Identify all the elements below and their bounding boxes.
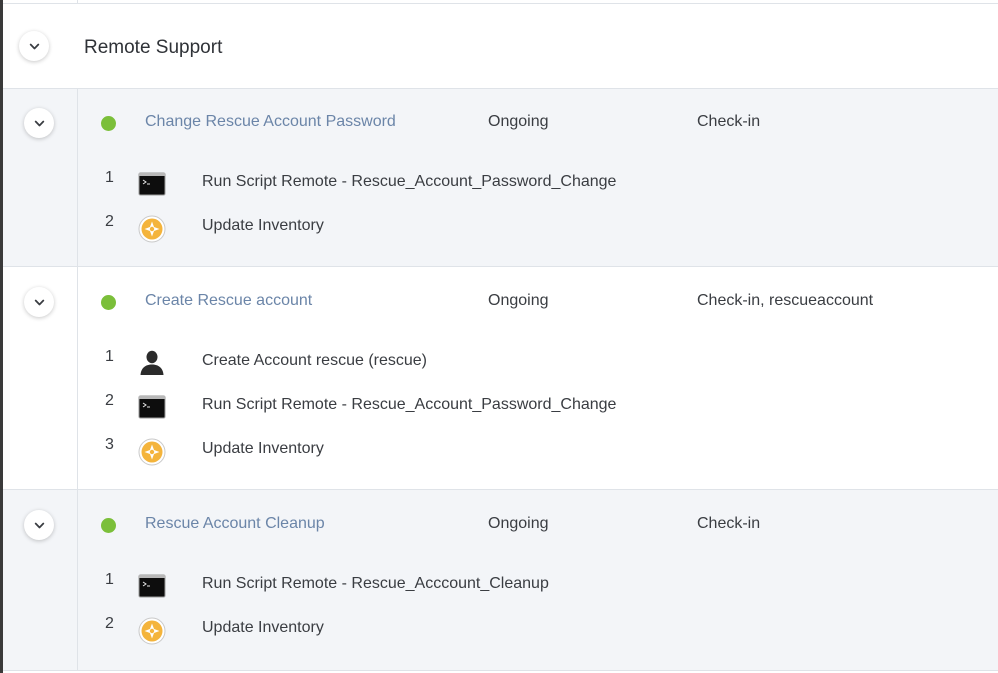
inventory-icon [138, 215, 166, 243]
column-divider [77, 89, 78, 267]
chevron-down-icon [29, 43, 39, 49]
step-label: Run Script Remote - Rescue_Account_Passw… [202, 173, 617, 190]
step-number: 2 [105, 213, 114, 230]
step-label: Run Script Remote - Rescue_Acccount_Clea… [202, 575, 549, 592]
policy-name-link[interactable]: Change Rescue Account Password [145, 113, 396, 131]
step-number: 2 [105, 392, 114, 409]
policy-status: Ongoing [488, 292, 549, 309]
step-label: Run Script Remote - Rescue_Account_Passw… [202, 396, 617, 413]
step-number: 1 [105, 348, 114, 365]
group-title: Remote Support [84, 37, 223, 58]
policy-trigger: Check-in [697, 515, 761, 532]
status-dot [101, 295, 116, 310]
terminal-icon [138, 172, 166, 196]
step-label: Update Inventory [202, 217, 324, 234]
terminal-icon [138, 395, 166, 419]
step-number: 3 [105, 436, 114, 453]
column-divider [77, 490, 78, 670]
inventory-icon [138, 438, 166, 466]
group-collapse-button[interactable] [19, 31, 49, 61]
step-label: Create Account rescue (rescue) [202, 352, 427, 369]
status-dot [101, 518, 116, 533]
chevron-down-icon [34, 299, 44, 305]
status-dot [101, 116, 116, 131]
chevron-down-icon [34, 522, 44, 528]
policy-collapse-button[interactable] [24, 108, 54, 138]
policy-collapse-button[interactable] [24, 287, 54, 317]
step-number: 1 [105, 169, 114, 186]
policy-trigger: Check-in, rescueaccount [697, 292, 874, 309]
policy-name-link[interactable]: Create Rescue account [145, 292, 312, 310]
policy-row: Rescue Account Cleanup Ongoing Check-in … [3, 489, 998, 671]
column-divider [77, 267, 78, 490]
group-header: Remote Support [3, 4, 998, 88]
policy-status: Ongoing [488, 113, 549, 130]
terminal-icon [138, 574, 166, 598]
policy-row: Create Rescue account Ongoing Check-in, … [3, 266, 998, 490]
inventory-icon [138, 617, 166, 645]
policy-collapse-button[interactable] [24, 510, 54, 540]
policy-name-link[interactable]: Rescue Account Cleanup [145, 515, 325, 533]
step-number: 1 [105, 571, 114, 588]
step-number: 2 [105, 615, 114, 632]
user-icon [140, 350, 164, 375]
policy-row: Change Rescue Account Password Ongoing C… [3, 88, 998, 267]
chevron-down-icon [34, 120, 44, 126]
step-label: Update Inventory [202, 440, 324, 457]
policy-status: Ongoing [488, 515, 549, 532]
step-label: Update Inventory [202, 619, 324, 636]
policy-trigger: Check-in [697, 113, 761, 130]
